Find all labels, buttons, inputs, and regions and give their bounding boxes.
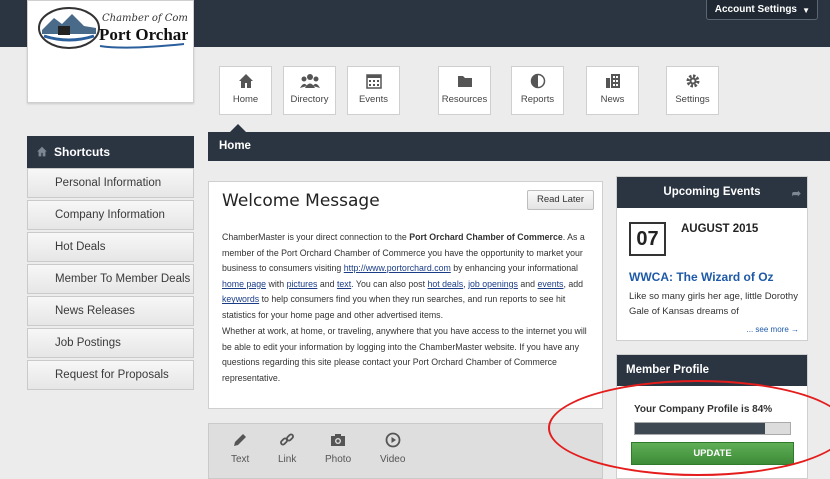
home-icon xyxy=(37,146,47,157)
member-profile-title: Member Profile xyxy=(626,364,710,376)
chamber-logo[interactable]: Chamber of Commerce Port Orchard xyxy=(27,0,194,103)
profile-progress-fill xyxy=(635,423,766,434)
read-later-button[interactable]: Read Later xyxy=(526,190,594,210)
sidebar-item-news-releases[interactable]: News Releases xyxy=(27,296,194,326)
sidebar-item-label: News Releases xyxy=(55,305,135,317)
chevron-down-icon: ▼ xyxy=(802,6,810,15)
nav-events-label: Events xyxy=(358,94,389,105)
active-nav-pointer xyxy=(230,124,246,132)
post-text-label: Text xyxy=(231,454,250,465)
people-icon xyxy=(299,74,320,88)
member-profile-header: Member Profile xyxy=(617,355,807,386)
gear-icon xyxy=(686,74,699,88)
shortcuts-title: Shortcuts xyxy=(54,145,111,159)
post-link-label: Link xyxy=(278,454,297,465)
post-video-label: Video xyxy=(380,454,406,465)
page-title-bar: Home xyxy=(208,132,830,161)
profile-progress-bar xyxy=(634,422,791,435)
sidebar-item-label: Company Information xyxy=(55,209,165,221)
nav-home-label: Home xyxy=(232,94,259,105)
upcoming-events-header: Upcoming Events ➦ xyxy=(617,177,807,208)
nav-news[interactable]: News xyxy=(586,66,639,115)
welcome-title: Welcome Message xyxy=(222,191,380,211)
welcome-paragraph-1: ChamberMaster is your direct connection … xyxy=(222,232,585,320)
text-link[interactable]: text xyxy=(337,279,351,289)
sidebar-item-label: Request for Proposals xyxy=(55,369,169,381)
post-toolbar: Text Link Photo Video xyxy=(208,423,603,479)
calendar-icon xyxy=(365,74,382,89)
update-profile-button[interactable]: UPDATE xyxy=(631,442,794,465)
sidebar-item-label: Personal Information xyxy=(55,177,162,189)
account-settings-button[interactable]: Account Settings ▼ xyxy=(705,0,818,20)
hot-deals-link[interactable]: hot deals xyxy=(427,279,463,289)
nav-resources[interactable]: Resources xyxy=(438,66,491,115)
link-icon xyxy=(280,433,295,446)
nav-reports[interactable]: Reports xyxy=(511,66,564,115)
pencil-icon xyxy=(234,434,247,446)
portorchard-link[interactable]: http://www.portorchard.com xyxy=(344,263,451,273)
folder-icon xyxy=(457,76,472,87)
logo-title: Port Orchard xyxy=(99,25,188,44)
share-arrow-icon[interactable]: ➦ xyxy=(792,179,801,210)
sidebar-item-member-to-member-deals[interactable]: Member To Member Deals xyxy=(27,264,194,294)
sidebar-item-company-information[interactable]: Company Information xyxy=(27,200,194,230)
nav-directory-label: Directory xyxy=(290,94,329,105)
nav-directory[interactable]: Directory xyxy=(283,66,336,115)
logo-subtitle: Chamber of Commerce xyxy=(102,13,188,24)
nav-home[interactable]: Home xyxy=(219,66,272,115)
event-description: Like so many girls her age, little Dorot… xyxy=(629,291,798,317)
post-photo-label: Photo xyxy=(325,454,352,465)
home-page-link[interactable]: home page xyxy=(222,279,266,289)
welcome-panel: Welcome Message Read Later ChamberMaster… xyxy=(208,181,603,409)
pie-chart-icon xyxy=(530,73,545,89)
sidebar-item-label: Hot Deals xyxy=(55,241,106,253)
nav-reports-label: Reports xyxy=(520,94,555,105)
nav-settings[interactable]: Settings xyxy=(666,66,719,115)
nav-resources-label: Resources xyxy=(441,94,488,105)
shortcuts-header: Shortcuts xyxy=(27,136,194,168)
pictures-link[interactable]: pictures xyxy=(287,279,318,289)
page-title: Home xyxy=(219,140,251,152)
sidebar-item-personal-information[interactable]: Personal Information xyxy=(27,168,194,198)
event-month: AUGUST 2015 xyxy=(681,223,759,235)
sidebar-item-label: Member To Member Deals xyxy=(55,273,191,285)
welcome-paragraph-2: Whether at work, at home, or traveling, … xyxy=(222,326,587,383)
event-day: 07 xyxy=(629,222,666,256)
news-icon xyxy=(605,74,620,88)
nav-events[interactable]: Events xyxy=(347,66,400,115)
post-link-button[interactable]: Link xyxy=(278,432,296,465)
events-link[interactable]: events xyxy=(538,279,564,289)
play-icon xyxy=(385,432,401,448)
upcoming-events-title: Upcoming Events xyxy=(663,186,761,198)
account-settings-label: Account Settings xyxy=(714,4,797,15)
nav-settings-label: Settings xyxy=(675,94,710,105)
member-profile-panel: Member Profile Your Company Profile is 8… xyxy=(616,354,808,479)
nav-news-label: News xyxy=(600,94,625,105)
home-icon xyxy=(238,74,253,88)
job-openings-link[interactable]: job openings xyxy=(468,279,518,289)
chamber-logo-image: Chamber of Commerce Port Orchard xyxy=(38,7,188,49)
sidebar-item-label: Job Postings xyxy=(55,337,121,349)
profile-status-text: Your Company Profile is 84% xyxy=(634,404,773,415)
upcoming-events-panel: Upcoming Events ➦ 07 AUGUST 2015 WWCA: T… xyxy=(616,176,808,341)
sidebar-item-hot-deals[interactable]: Hot Deals xyxy=(27,232,194,262)
post-video-button[interactable]: Video xyxy=(380,432,405,465)
keywords-link[interactable]: keywords xyxy=(222,294,259,304)
sidebar-item-job-postings[interactable]: Job Postings xyxy=(27,328,194,358)
see-more-link[interactable]: ... see more → xyxy=(747,325,799,334)
post-photo-button[interactable]: Photo xyxy=(325,432,351,465)
sidebar-item-request-for-proposals[interactable]: Request for Proposals xyxy=(27,360,194,390)
event-title-link[interactable]: WWCA: The Wizard of Oz xyxy=(629,270,774,284)
post-text-button[interactable]: Text xyxy=(231,432,249,465)
camera-icon xyxy=(331,434,346,446)
